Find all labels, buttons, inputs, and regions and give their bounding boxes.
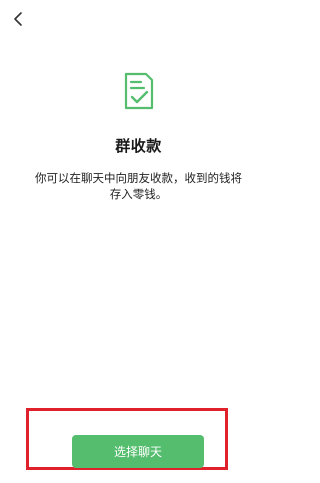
back-button[interactable] [8, 8, 28, 30]
chevron-left-icon [14, 12, 22, 26]
description-text: 你可以在聊天中向朋友收款，收到的钱将 存入零钱。 [24, 170, 253, 202]
description-line-1: 你可以在聊天中向朋友收款，收到的钱将 [35, 171, 242, 185]
select-chat-button[interactable]: 选择聊天 [72, 435, 204, 468]
document-check-icon [124, 72, 154, 110]
page-title: 群收款 [115, 137, 162, 155]
description-line-2: 存入零钱。 [109, 187, 168, 201]
